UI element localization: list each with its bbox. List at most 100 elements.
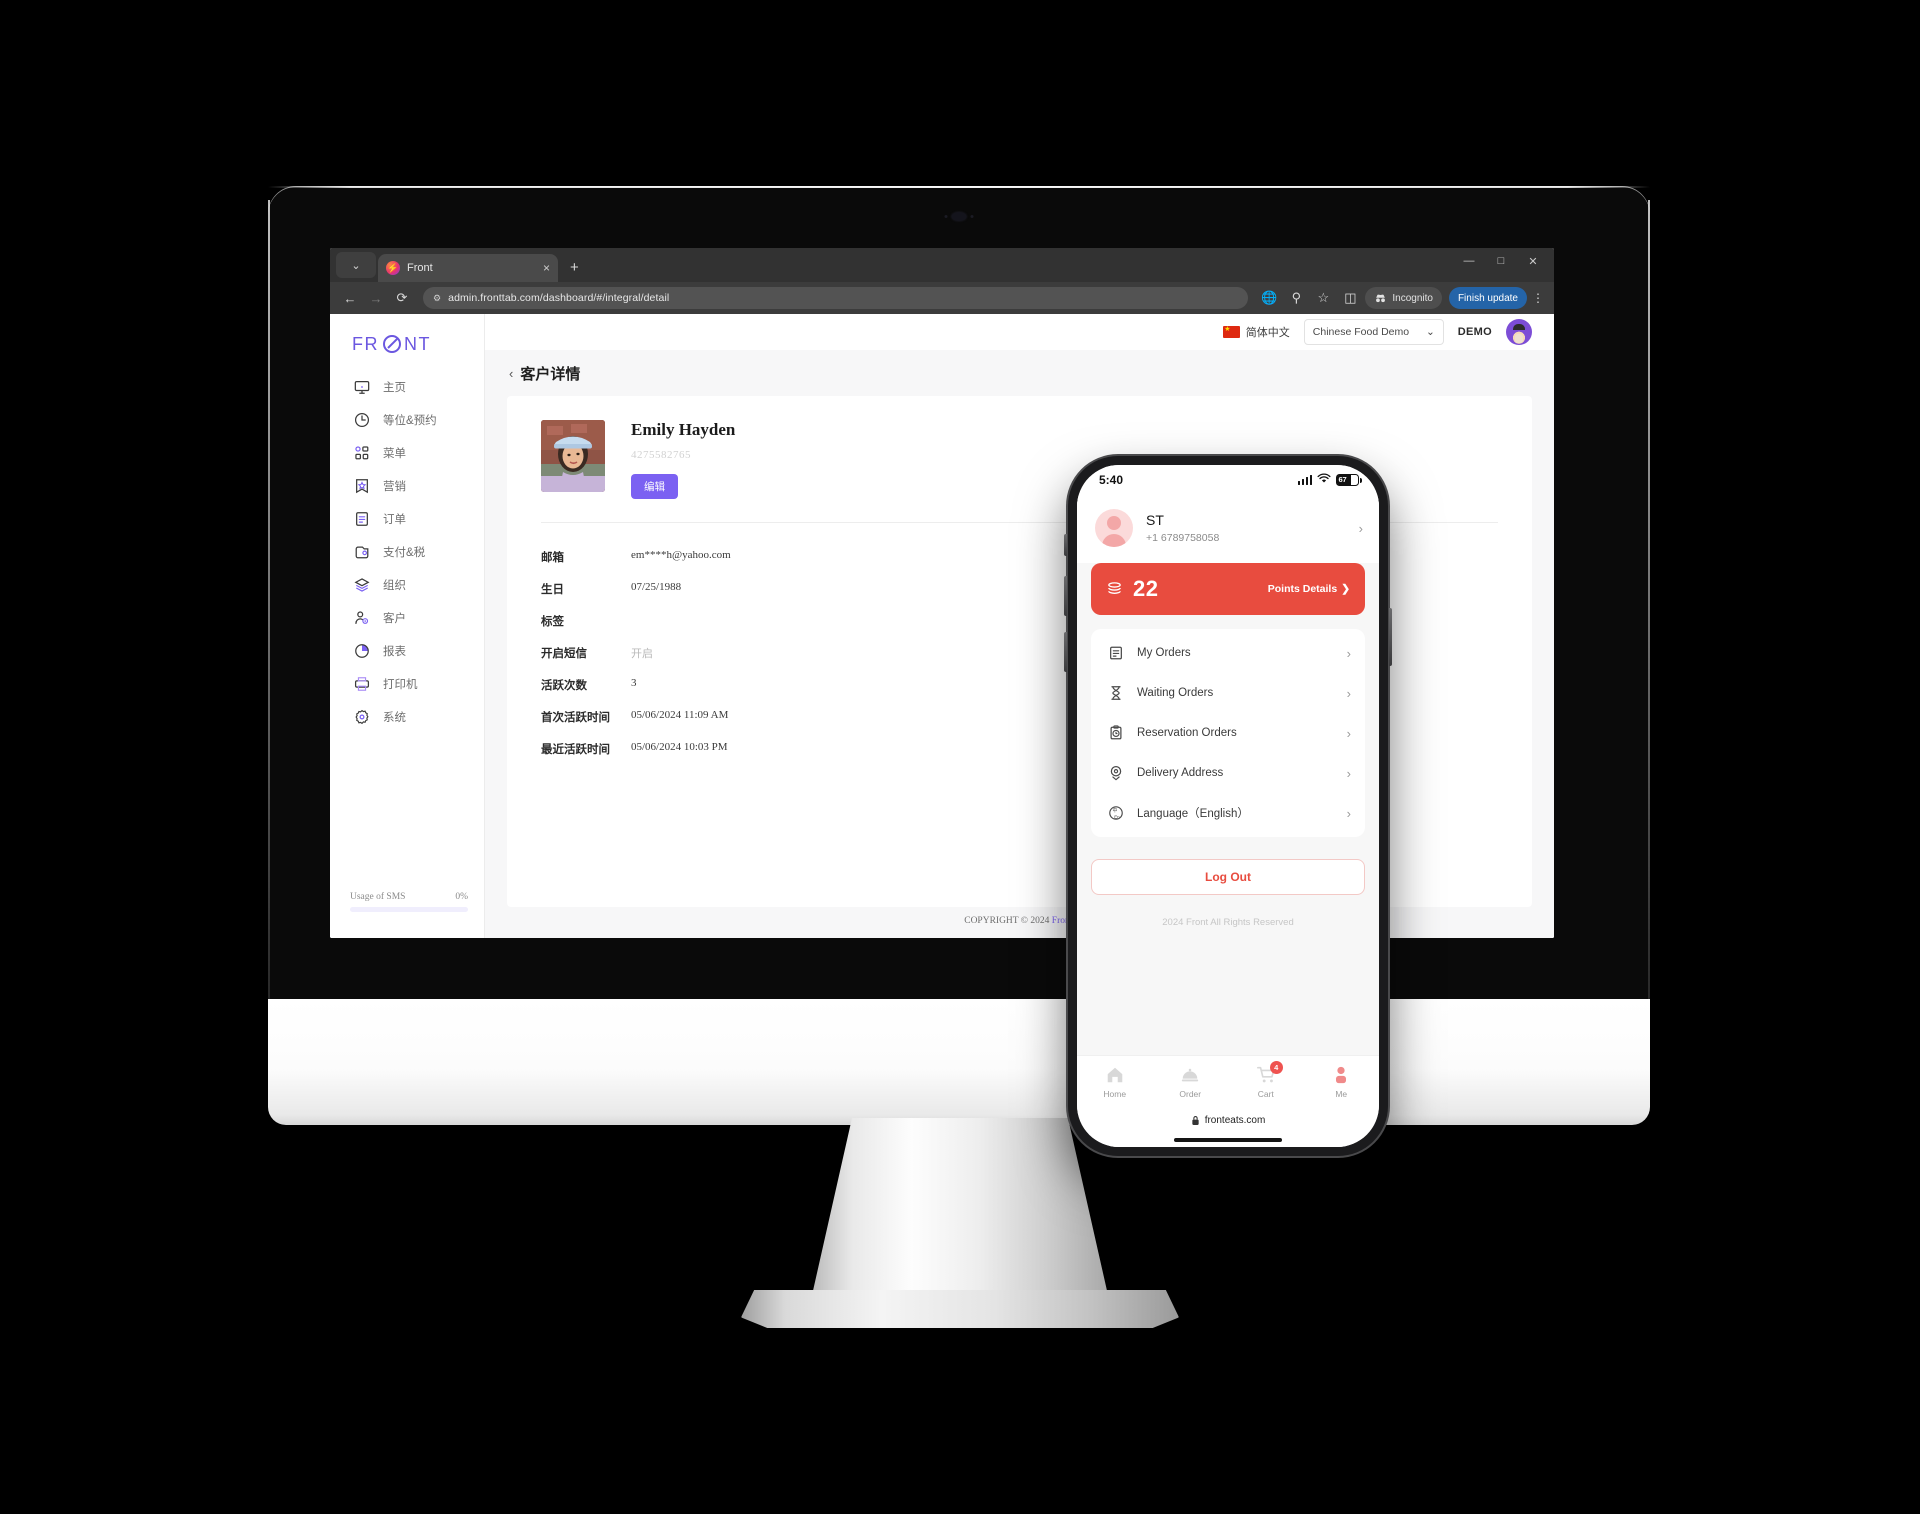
coins-icon [1108,581,1121,594]
new-tab-button[interactable]: + [570,259,579,276]
sidebar-label: 菜单 [383,447,406,460]
field-value: 3 [631,677,637,689]
printer-icon [353,675,370,692]
star-badge-icon [353,477,370,494]
sidebar-item-customers[interactable]: 客户 [330,601,484,634]
menu-item-waiting-orders[interactable]: Waiting Orders › [1091,673,1365,713]
tab-cart[interactable]: 4 Cart [1228,1060,1304,1099]
menu-item-language[interactable]: 中 En Language（English） › [1091,793,1365,833]
settings-gear-icon [353,708,370,725]
sidebar-item-printer[interactable]: 打印机 [330,667,484,700]
maximize-button[interactable]: □ [1486,250,1516,272]
phone-tabbar: Home Order 4 Cart Me [1077,1055,1379,1107]
chevron-right-icon: › [1358,520,1363,536]
sidebar-label: 营销 [383,480,406,493]
sidebar-item-home[interactable]: 主页 [330,370,484,403]
pie-chart-icon [353,642,370,659]
sidebar-label: 报表 [383,645,406,658]
lock-icon [1192,1115,1199,1125]
back-chevron-icon[interactable]: ‹ [509,366,513,381]
menu-item-my-orders[interactable]: My Orders › [1091,633,1365,673]
person-icon [1336,1066,1347,1083]
sidebar-item-orders[interactable]: 订单 [330,502,484,535]
points-details-link[interactable]: Points Details ❯ [1268,583,1350,595]
browser-tab[interactable]: Front × [378,254,558,282]
store-select[interactable]: Chinese Food Demo ⌄ [1303,319,1444,345]
sidebar-item-reports[interactable]: 报表 [330,634,484,667]
bookmark-star-icon[interactable]: ☆ [1311,286,1335,310]
status-time: 5:40 [1099,473,1124,487]
sidebar-item-menu[interactable]: 菜单 [330,436,484,469]
translate-icon[interactable]: 🌐 [1257,286,1281,310]
field-value: 07/25/1988 [631,581,682,593]
sidebar-label: 客户 [383,612,406,625]
sidebar-item-organization[interactable]: 组织 [330,568,484,601]
brand-logo: FR NT [330,314,484,370]
tab-label: Order [1179,1088,1202,1099]
mute-switch[interactable] [1064,534,1067,556]
sidebar-label: 订单 [383,513,406,526]
monitor-edge-right [1648,200,1650,1001]
close-window-button[interactable]: ✕ [1518,250,1548,272]
logout-button[interactable]: Log Out [1091,859,1365,895]
tab-label: Cart [1257,1088,1274,1099]
phone-menu: My Orders › Waiting Orders › Reservation… [1091,629,1365,837]
language-selector[interactable]: 简体中文 [1222,324,1290,340]
field-label: 最近活跃时间 [541,744,610,756]
sidebar-item-waitlist[interactable]: 等位&预约 [330,403,484,436]
avatar[interactable] [1506,319,1532,345]
tab-order[interactable]: Order [1153,1065,1229,1099]
field-label: 邮箱 [541,552,564,564]
user-avatar [1095,509,1133,547]
minimize-button[interactable]: — [1454,250,1484,272]
user-name: ST [1146,512,1164,528]
sidebar-label: 系统 [383,711,406,724]
monitor-icon [353,378,370,395]
monitor-edge-left [268,200,270,1001]
svg-text:NT: NT [404,334,431,354]
back-icon[interactable]: ← [338,286,362,310]
sidebar-label: 打印机 [383,678,418,691]
tab-me[interactable]: Me [1304,1065,1380,1099]
menu-item-reservation-orders[interactable]: Reservation Orders › [1091,713,1365,753]
forward-icon[interactable]: → [364,286,388,310]
edit-button[interactable]: 编辑 [631,474,678,499]
status-indicators: 67 [1297,473,1362,487]
site-settings-icon[interactable]: ⚙ [433,293,441,304]
field-label: 标签 [541,616,564,628]
close-tab-icon[interactable]: × [543,261,550,275]
tab-home[interactable]: Home [1077,1065,1153,1099]
phone-url-bar[interactable]: fronteats.com [1077,1107,1379,1133]
signal-icon [1297,475,1312,485]
sidebar-item-payment[interactable]: 支付&税 [330,535,484,568]
clock-icon [353,411,370,428]
svg-text:中: 中 [1112,807,1117,814]
menu-item-delivery-address[interactable]: Delivery Address › [1091,753,1365,793]
zoom-icon[interactable]: ⚲ [1284,286,1308,310]
cart-badge: 4 [1269,1060,1283,1074]
finish-update-button[interactable]: Finish update [1448,287,1527,309]
power-button[interactable] [1389,608,1392,666]
menu-item-label: Language（English） [1137,808,1249,820]
side-panel-icon[interactable]: ◫ [1338,286,1362,310]
reload-icon[interactable]: ⟳ [390,286,414,310]
sidebar-label: 等位&预约 [383,414,437,427]
user-phone: +1 6789758058 [1146,532,1220,544]
points-card[interactable]: 22 Points Details ❯ [1091,563,1365,615]
browser-menu-icon[interactable]: ⋮ [1530,291,1546,305]
sidebar-item-system[interactable]: 系统 [330,700,484,733]
main-content: 简体中文 Chinese Food Demo ⌄ DEMO ‹ 客户详情 [485,314,1554,938]
incognito-badge[interactable]: Incognito [1365,287,1442,309]
volume-down-button[interactable] [1064,632,1067,672]
phone-user-row[interactable]: ST +1 6789758058 › [1077,495,1379,563]
sidebar-item-marketing[interactable]: 营销 [330,469,484,502]
address-bar[interactable]: ⚙ admin.fronttab.com/dashboard/#/integra… [423,287,1249,309]
points-left: 22 [1106,576,1158,602]
field-label: 活跃次数 [541,680,587,692]
incognito-icon [1376,294,1386,302]
phone-footer-text: 2024 Front All Rights Reserved [1162,917,1294,928]
sidebar-label: 支付&税 [383,546,426,559]
tab-search-icon[interactable]: ⌄ [336,252,376,278]
menu-item-label: Delivery Address [1137,767,1224,779]
screenshot-stage: ⌄ Front × + — □ ✕ ← → ⟳ ⚙ admin.fronttab… [0,0,1920,1514]
